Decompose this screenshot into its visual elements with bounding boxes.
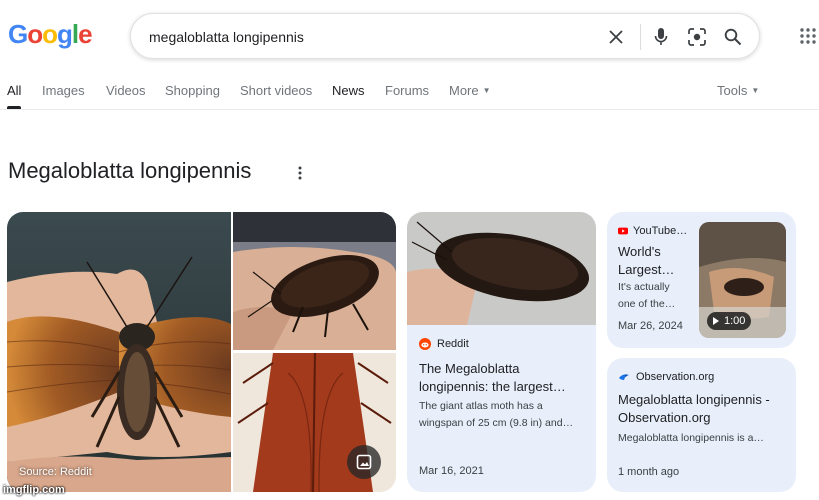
observation-icon [619, 374, 629, 380]
card-source-name: Reddit [437, 338, 469, 350]
youtube-icon [618, 227, 628, 235]
tab-forums[interactable]: Forums [385, 83, 429, 98]
tab-shopping[interactable]: Shopping [165, 83, 220, 98]
reddit-result-card[interactable]: Reddit The Megaloblatta longipennis: the… [407, 212, 596, 492]
card-source: Observation.org [618, 371, 714, 383]
logo-letter: o [27, 19, 43, 49]
tab-images[interactable]: Images [42, 83, 85, 98]
watermark: imgflip.com [3, 484, 65, 496]
tab-short-videos[interactable]: Short videos [240, 83, 312, 98]
card-source: Reddit [419, 338, 469, 350]
video-duration: 1:00 [707, 312, 752, 330]
image-source-label: Source: Reddit [19, 466, 92, 478]
card-snippet: It's actually one of the… [618, 281, 676, 310]
card-snippet: Megaloblatta longipennis is a… [618, 432, 764, 444]
youtube-result-card[interactable]: YouTube… World's Largest… It's actually … [607, 212, 796, 348]
logo-letter: G [8, 19, 28, 49]
search-input[interactable] [149, 26, 589, 48]
reddit-icon [419, 338, 431, 350]
play-icon [713, 317, 719, 325]
chevron-down-icon: ▼ [482, 86, 491, 95]
logo-letter: o [42, 19, 58, 49]
video-thumbnail[interactable]: 1:00 [699, 222, 786, 338]
search-divider [640, 24, 641, 50]
google-logo[interactable]: Google [8, 19, 93, 50]
card-title[interactable]: The Megaloblatta longipennis: the larges… [419, 360, 584, 396]
card-title[interactable]: Megaloblatta longipennis - Observation.o… [618, 391, 788, 427]
tab-all[interactable]: All [7, 83, 22, 109]
apps-grid-icon[interactable] [799, 27, 817, 45]
entity-title: Megaloblatta longipennis [8, 158, 252, 183]
card-source-name: YouTube… [633, 225, 688, 237]
search-box[interactable] [130, 13, 760, 59]
tab-more[interactable]: More ▼ [449, 83, 491, 98]
main-image[interactable]: Source: Reddit [7, 212, 231, 492]
close-icon[interactable] [604, 25, 628, 49]
card-snippet: The giant atlas moth has a wingspan of 2… [419, 400, 574, 429]
more-options-icon[interactable] [296, 166, 304, 180]
search-tabs: All Images Videos Shopping Short videos … [0, 80, 819, 110]
tab-news[interactable]: News [332, 83, 365, 98]
card-source: YouTube… [618, 225, 687, 237]
chevron-down-icon: ▼ [751, 86, 760, 95]
logo-letter: e [78, 19, 93, 49]
card-source-name: Observation.org [636, 371, 715, 383]
search-icon[interactable] [721, 25, 745, 49]
microphone-icon[interactable] [649, 25, 673, 49]
logo-letter: g [57, 19, 73, 49]
image-thumbnail[interactable] [233, 212, 396, 350]
observation-result-card[interactable]: Observation.org Megaloblatta longipennis… [607, 358, 796, 492]
image-search-icon[interactable] [347, 445, 381, 479]
reddit-card-image [407, 212, 596, 325]
image-thumbnail[interactable] [233, 353, 396, 492]
tools-button[interactable]: Tools ▼ [717, 83, 759, 98]
card-title[interactable]: World's Largest… [618, 243, 690, 279]
tab-more-label: More [449, 83, 479, 98]
tab-videos[interactable]: Videos [106, 83, 146, 98]
card-date: 1 month ago [618, 466, 680, 478]
video-duration-text: 1:00 [724, 315, 746, 327]
camera-lens-icon[interactable] [685, 25, 709, 49]
card-date: Mar 26, 2024 [618, 320, 683, 332]
tools-label: Tools [717, 83, 748, 98]
card-date: Mar 16, 2021 [419, 465, 484, 477]
